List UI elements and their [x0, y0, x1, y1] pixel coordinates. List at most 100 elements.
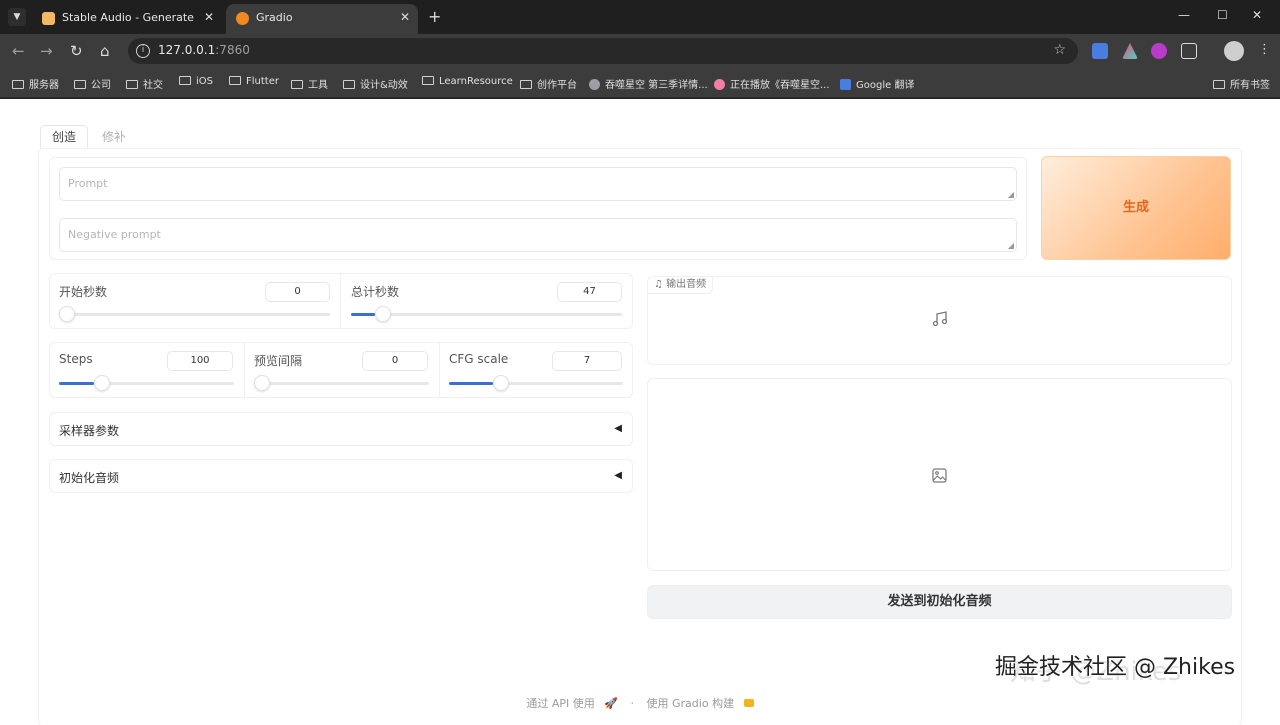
steps-number[interactable]: 100	[167, 351, 233, 371]
browser-menu-icon[interactable]: ⋮	[1258, 42, 1271, 57]
slider-label: 开始秒数	[59, 285, 108, 299]
minimize-icon[interactable]: —	[1178, 8, 1190, 22]
browser-tab-stable-audio[interactable]: Stable Audio - Generate ✕	[32, 4, 222, 34]
music-note-icon	[932, 311, 948, 327]
back-arrow-icon[interactable]: ←	[12, 42, 25, 60]
gradio-logo-icon	[743, 699, 754, 707]
slider-thumb[interactable]	[59, 306, 75, 322]
bookmark-label: 工具	[308, 80, 328, 91]
globe-icon	[589, 79, 600, 90]
folder-icon	[126, 80, 138, 89]
group-divider	[244, 343, 245, 397]
vue-devtools-extension-icon[interactable]	[1122, 43, 1138, 59]
generate-button[interactable]: 生成	[1041, 156, 1231, 260]
download-extension-icon[interactable]	[1151, 43, 1167, 59]
bookmark-label: iOS	[196, 76, 213, 87]
url-text: 127.0.0.1:7860	[158, 43, 250, 57]
site-info-icon[interactable]: i	[136, 44, 150, 58]
bookmark-link[interactable]: 正在播放《吞噬星空...	[714, 76, 830, 91]
negative-prompt-input[interactable]: Negative prompt ◢	[59, 218, 1017, 252]
forward-arrow-icon[interactable]: →	[40, 42, 53, 60]
accordion-label: 初始化音频	[59, 471, 120, 485]
home-icon[interactable]: ⌂	[100, 42, 110, 60]
output-audio: ♫ 输出音频	[647, 276, 1232, 365]
bookmark-link[interactable]: 吞噬星空 第三季详情...	[589, 76, 708, 91]
resize-grip-icon[interactable]: ◢	[1008, 241, 1014, 250]
bookmark-link[interactable]: Google 翻译	[840, 76, 914, 91]
close-window-icon[interactable]: ✕	[1252, 8, 1262, 22]
all-bookmarks-folder[interactable]: 所有书签	[1213, 76, 1270, 91]
bookmark-folder[interactable]: LearnResource	[422, 76, 513, 87]
prompt-input[interactable]: Prompt ◢	[59, 167, 1017, 201]
init-audio-accordion[interactable]: 初始化音频 ◀	[49, 459, 633, 493]
send-to-init-audio-button[interactable]: 发送到初始化音频	[647, 585, 1232, 619]
extensions-puzzle-icon[interactable]	[1181, 43, 1197, 59]
folder-icon	[179, 76, 191, 85]
tab-inpaint[interactable]: 修补	[102, 125, 126, 149]
bookmark-label: 社交	[143, 80, 163, 91]
bookmark-label: 所有书签	[1230, 80, 1270, 91]
music-note-icon: ♫	[654, 279, 663, 290]
close-tab-icon[interactable]: ✕	[400, 10, 410, 24]
address-bar[interactable]: i 127.0.0.1:7860 ☆	[128, 38, 1078, 64]
accordion-label: 采样器参数	[59, 424, 120, 438]
bookmark-label: 公司	[91, 80, 111, 91]
output-image	[647, 378, 1232, 571]
bookmark-folder[interactable]: 公司	[74, 76, 111, 91]
slider-thumb[interactable]	[254, 375, 270, 391]
slider-track[interactable]	[59, 306, 330, 322]
bookmark-folder[interactable]: 服务器	[12, 76, 59, 91]
rocket-icon: 🚀	[604, 697, 619, 710]
use-via-api-link[interactable]: 通过 API 使用 🚀	[523, 697, 621, 710]
profile-avatar[interactable]	[1224, 41, 1244, 61]
tab-create[interactable]: 创造	[40, 125, 88, 149]
bookmark-folder[interactable]: 设计&动效	[343, 76, 408, 91]
slider-track[interactable]	[59, 375, 234, 391]
close-tab-icon[interactable]: ✕	[204, 10, 214, 24]
params-slider-group	[49, 342, 633, 398]
google-translate-icon	[840, 79, 851, 90]
bookmark-label: 服务器	[29, 80, 59, 91]
collapse-arrow-icon: ◀	[614, 423, 622, 434]
folder-icon	[74, 80, 86, 89]
bookmark-label: LearnResource	[439, 76, 513, 87]
group-divider	[340, 274, 341, 328]
label-text: 输出音频	[666, 279, 707, 290]
new-tab-button[interactable]: +	[428, 7, 441, 26]
folder-icon	[12, 80, 24, 89]
browser-tab-gradio[interactable]: Gradio ✕	[226, 4, 418, 34]
bookmark-folder[interactable]: 创作平台	[520, 76, 577, 91]
bookmark-folder[interactable]: 社交	[126, 76, 163, 91]
folder-icon	[422, 76, 434, 85]
url-host: 127.0.0.1	[158, 43, 216, 57]
folder-icon	[229, 76, 241, 85]
api-link-text: 通过 API 使用	[526, 697, 595, 710]
maximize-icon[interactable]: ☐	[1217, 8, 1228, 22]
bookmark-label: 创作平台	[537, 80, 577, 91]
preview-interval-number[interactable]: 0	[362, 351, 428, 371]
reload-icon[interactable]: ↻	[70, 42, 83, 60]
translate-extension-icon[interactable]	[1092, 43, 1108, 59]
bookmark-label: 吞噬星空 第三季详情...	[605, 80, 708, 91]
sampler-params-accordion[interactable]: 采样器参数 ◀	[49, 412, 633, 446]
slider-label: CFG scale	[449, 352, 509, 366]
tab-search-button[interactable]: ▼	[8, 8, 26, 26]
built-with-gradio-link[interactable]: 使用 Gradio 构建	[644, 697, 757, 710]
time-slider-group	[49, 273, 633, 329]
slider-track[interactable]	[254, 375, 429, 391]
resize-grip-icon[interactable]: ◢	[1008, 190, 1014, 199]
total-seconds-number[interactable]: 47	[557, 282, 622, 302]
bookmark-folder[interactable]: 工具	[291, 76, 328, 91]
bookmark-star-icon[interactable]: ☆	[1053, 42, 1066, 58]
bookmark-label: Google 翻译	[856, 80, 915, 91]
slider-label: 总计秒数	[351, 285, 400, 299]
slider-thumb[interactable]	[94, 375, 110, 391]
bookmark-folder[interactable]: iOS	[179, 76, 213, 87]
bookmark-folder[interactable]: Flutter	[229, 76, 279, 87]
cfg-scale-number[interactable]: 7	[552, 351, 622, 371]
slider-track[interactable]	[351, 306, 622, 322]
tab-title: Stable Audio - Generate	[62, 11, 194, 24]
slider-thumb[interactable]	[492, 375, 509, 391]
slider-track[interactable]	[449, 375, 623, 391]
start-seconds-number[interactable]: 0	[265, 282, 330, 302]
